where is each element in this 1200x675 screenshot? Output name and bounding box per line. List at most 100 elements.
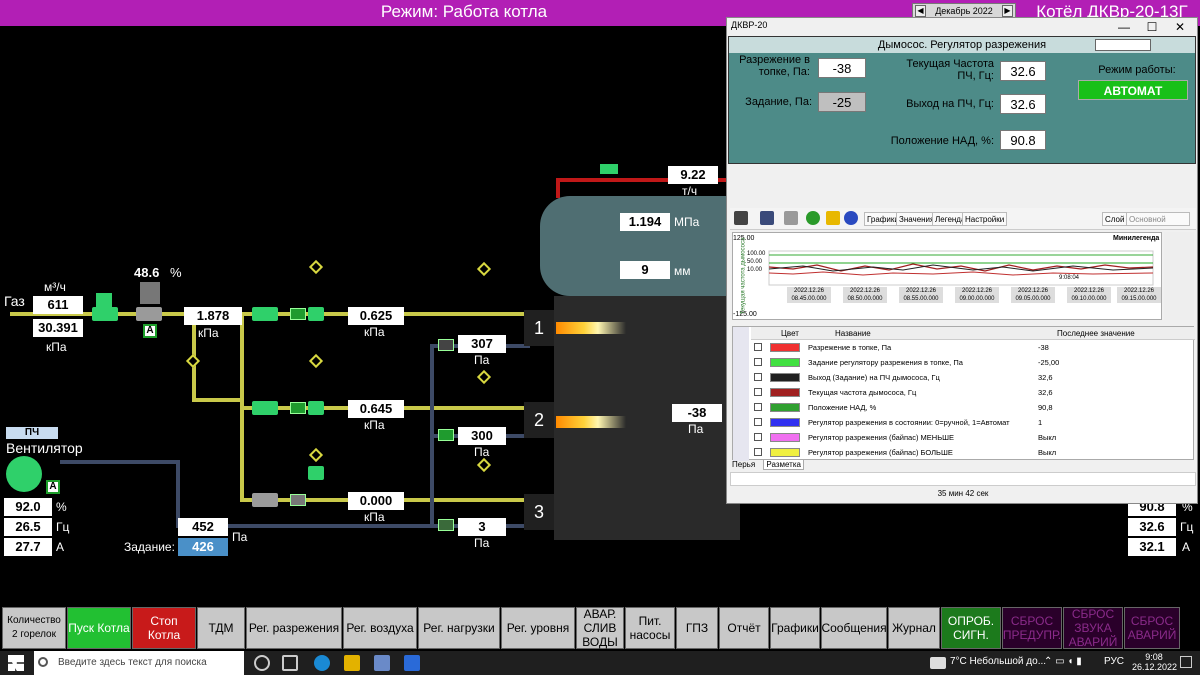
bottom-button-2[interactable]: Стоп Котла xyxy=(132,607,196,649)
bottom-button-8[interactable]: АВАР. СЛИВ ВОДЫ xyxy=(576,607,624,649)
bottom-button-4[interactable]: Рег. разрежения xyxy=(246,607,342,649)
star-icon[interactable] xyxy=(826,211,840,225)
remote-desktop-icon[interactable] xyxy=(374,655,390,671)
legend-row[interactable]: Разрежение в топке, Па -38 xyxy=(750,340,1194,355)
scada-app-icon[interactable] xyxy=(404,655,420,671)
legend-checkbox[interactable] xyxy=(754,343,762,351)
legend-row[interactable]: Текущая частота дымососа, Гц 32,6 xyxy=(750,385,1194,400)
fan-icon[interactable] xyxy=(6,456,42,492)
burner-3-shutoff-icon[interactable] xyxy=(290,494,306,506)
bottom-button-3[interactable]: ТДМ xyxy=(197,607,245,649)
burner-3-gas-valve[interactable] xyxy=(252,493,278,507)
legend-checkbox[interactable] xyxy=(754,448,762,456)
taskbar-search-input[interactable]: Введите здесь текст для поиска xyxy=(34,651,244,675)
legend-row[interactable]: Задание регулятору разрежения в топке, П… xyxy=(750,355,1194,370)
refresh-icon[interactable] xyxy=(806,211,820,225)
save-icon[interactable] xyxy=(760,211,774,225)
legend-checkbox[interactable] xyxy=(754,418,762,426)
edge-icon[interactable] xyxy=(314,655,330,671)
tab-settings[interactable]: Настройки xyxy=(962,212,1008,226)
legend-checkbox[interactable] xyxy=(754,388,762,396)
maximize-icon[interactable]: ☐ xyxy=(1138,20,1166,34)
legend-checkbox[interactable] xyxy=(754,358,762,366)
legend-color-swatch[interactable] xyxy=(770,343,800,352)
tab-markup[interactable]: Разметка xyxy=(763,459,804,470)
gas-regulator-valve[interactable] xyxy=(136,307,162,321)
bottom-button-10[interactable]: ГПЗ xyxy=(676,607,718,649)
minimize-icon[interactable]: — xyxy=(1110,20,1138,34)
legend-checkbox[interactable] xyxy=(754,373,762,381)
window-input-bar[interactable] xyxy=(730,472,1196,486)
view-icon[interactable] xyxy=(734,211,748,225)
layer-select[interactable]: Основной xyxy=(1126,212,1190,226)
bottom-button-1[interactable]: Пуск Котла xyxy=(67,607,131,649)
burner-2-regulator[interactable] xyxy=(308,401,324,415)
bottom-button-6[interactable]: Рег. нагрузки xyxy=(418,607,500,649)
legend-row[interactable]: Регулятор разрежения в состоянии: 0=ручн… xyxy=(750,415,1194,430)
burner-3[interactable]: 3 xyxy=(524,494,554,530)
setpoint-value[interactable]: -25 xyxy=(818,92,866,112)
burner-3-air-damper-icon[interactable] xyxy=(438,519,454,531)
prev-month-icon[interactable]: ◀ xyxy=(915,5,926,17)
explorer-icon[interactable] xyxy=(344,655,360,671)
legend-color-swatch[interactable] xyxy=(770,358,800,367)
steam-valve[interactable] xyxy=(600,164,618,174)
auto-mode-button[interactable]: АВТОМАТ xyxy=(1078,80,1188,100)
bottom-button-11[interactable]: Отчёт xyxy=(719,607,769,649)
next-month-icon[interactable]: ▶ xyxy=(1002,5,1013,17)
legend-color-swatch[interactable] xyxy=(770,373,800,382)
bottom-button-7[interactable]: Рег. уровня xyxy=(501,607,575,649)
tab-pens[interactable]: Перья xyxy=(732,460,755,469)
legend-row[interactable]: Положение НАД, % 90,8 xyxy=(750,400,1194,415)
legend-row[interactable]: Выход (Задание) на ПЧ дымососа, Гц 32,6 xyxy=(750,370,1194,385)
legend-color-swatch[interactable] xyxy=(770,388,800,397)
close-icon[interactable]: ✕ xyxy=(1166,20,1194,34)
burner-2-gas-valve[interactable] xyxy=(252,401,278,415)
burner-2[interactable]: 2 xyxy=(524,402,554,438)
burner-2-shutoff-icon[interactable] xyxy=(290,402,306,414)
legend-checkbox[interactable] xyxy=(754,403,762,411)
cortana-icon[interactable] xyxy=(254,655,270,671)
legend-row[interactable]: Регулятор разрежения (байпас) МЕНЬШЕ Выкл xyxy=(750,430,1194,445)
air-setpoint-value[interactable]: 426 xyxy=(178,538,228,556)
burner-2-air-damper-icon[interactable] xyxy=(438,429,454,441)
clock[interactable]: 9:08 26.12.2022 xyxy=(1132,652,1177,672)
burner-1-air-damper-icon[interactable] xyxy=(438,339,454,351)
bottom-button-5[interactable]: Рег. воздуха xyxy=(343,607,417,649)
bottom-button-13[interactable]: Сообщения xyxy=(821,607,887,649)
burner-3-regulator[interactable] xyxy=(308,466,324,480)
minilegend-label[interactable]: Минилегенда xyxy=(1113,235,1159,242)
legend-checkbox[interactable] xyxy=(754,433,762,441)
bottom-button-15[interactable]: ОПРОБ. СИГН. xyxy=(941,607,1001,649)
tray-icons[interactable]: ⌃ ▭ ◖ ▮ xyxy=(1044,656,1082,667)
bottom-button-17[interactable]: СБРОС ЗВУКА АВАРИЙ xyxy=(1063,607,1123,649)
bottom-button-14[interactable]: Журнал xyxy=(888,607,940,649)
gas-regulator-mode[interactable]: A xyxy=(143,324,157,338)
burner-1-gas-valve[interactable] xyxy=(252,307,278,321)
weather-text[interactable]: 7°C Небольшой до... xyxy=(950,656,1046,667)
legend-color-swatch[interactable] xyxy=(770,448,800,457)
legend-toolbar[interactable] xyxy=(733,327,749,461)
legend-color-swatch[interactable] xyxy=(770,403,800,412)
task-view-icon[interactable] xyxy=(282,655,298,671)
legend-row[interactable]: Регулятор разрежения (байпас) БОЛЬШЕ Выкл xyxy=(750,445,1194,460)
help-icon[interactable] xyxy=(844,211,858,225)
legend-color-swatch[interactable] xyxy=(770,418,800,427)
weather-icon[interactable] xyxy=(930,657,946,669)
bottom-button-12[interactable]: Графики xyxy=(770,607,820,649)
burner-1-shutoff-icon[interactable] xyxy=(290,308,306,320)
language-indicator[interactable]: РУС xyxy=(1104,656,1124,667)
bottom-button-18[interactable]: СБРОС АВАРИЙ xyxy=(1124,607,1180,649)
fan-mode-indicator[interactable]: A xyxy=(46,480,60,494)
gas-main-valve[interactable] xyxy=(92,307,118,321)
bottom-button-0[interactable]: Количество 2 горелок xyxy=(2,607,66,649)
notifications-icon[interactable] xyxy=(1180,656,1192,668)
burner-1-regulator[interactable] xyxy=(308,307,324,321)
bottom-button-16[interactable]: СБРОС ПРЕДУПР. xyxy=(1002,607,1062,649)
legend-color-swatch[interactable] xyxy=(770,433,800,442)
trend-chart[interactable]: 125.00 -125.00 Текущая частота дымососа … xyxy=(732,232,1162,320)
burner-1[interactable]: 1 xyxy=(524,310,554,346)
bottom-button-9[interactable]: Пит. насосы xyxy=(625,607,675,649)
print-icon[interactable] xyxy=(784,211,798,225)
chart-side-tools[interactable] xyxy=(1164,232,1194,320)
